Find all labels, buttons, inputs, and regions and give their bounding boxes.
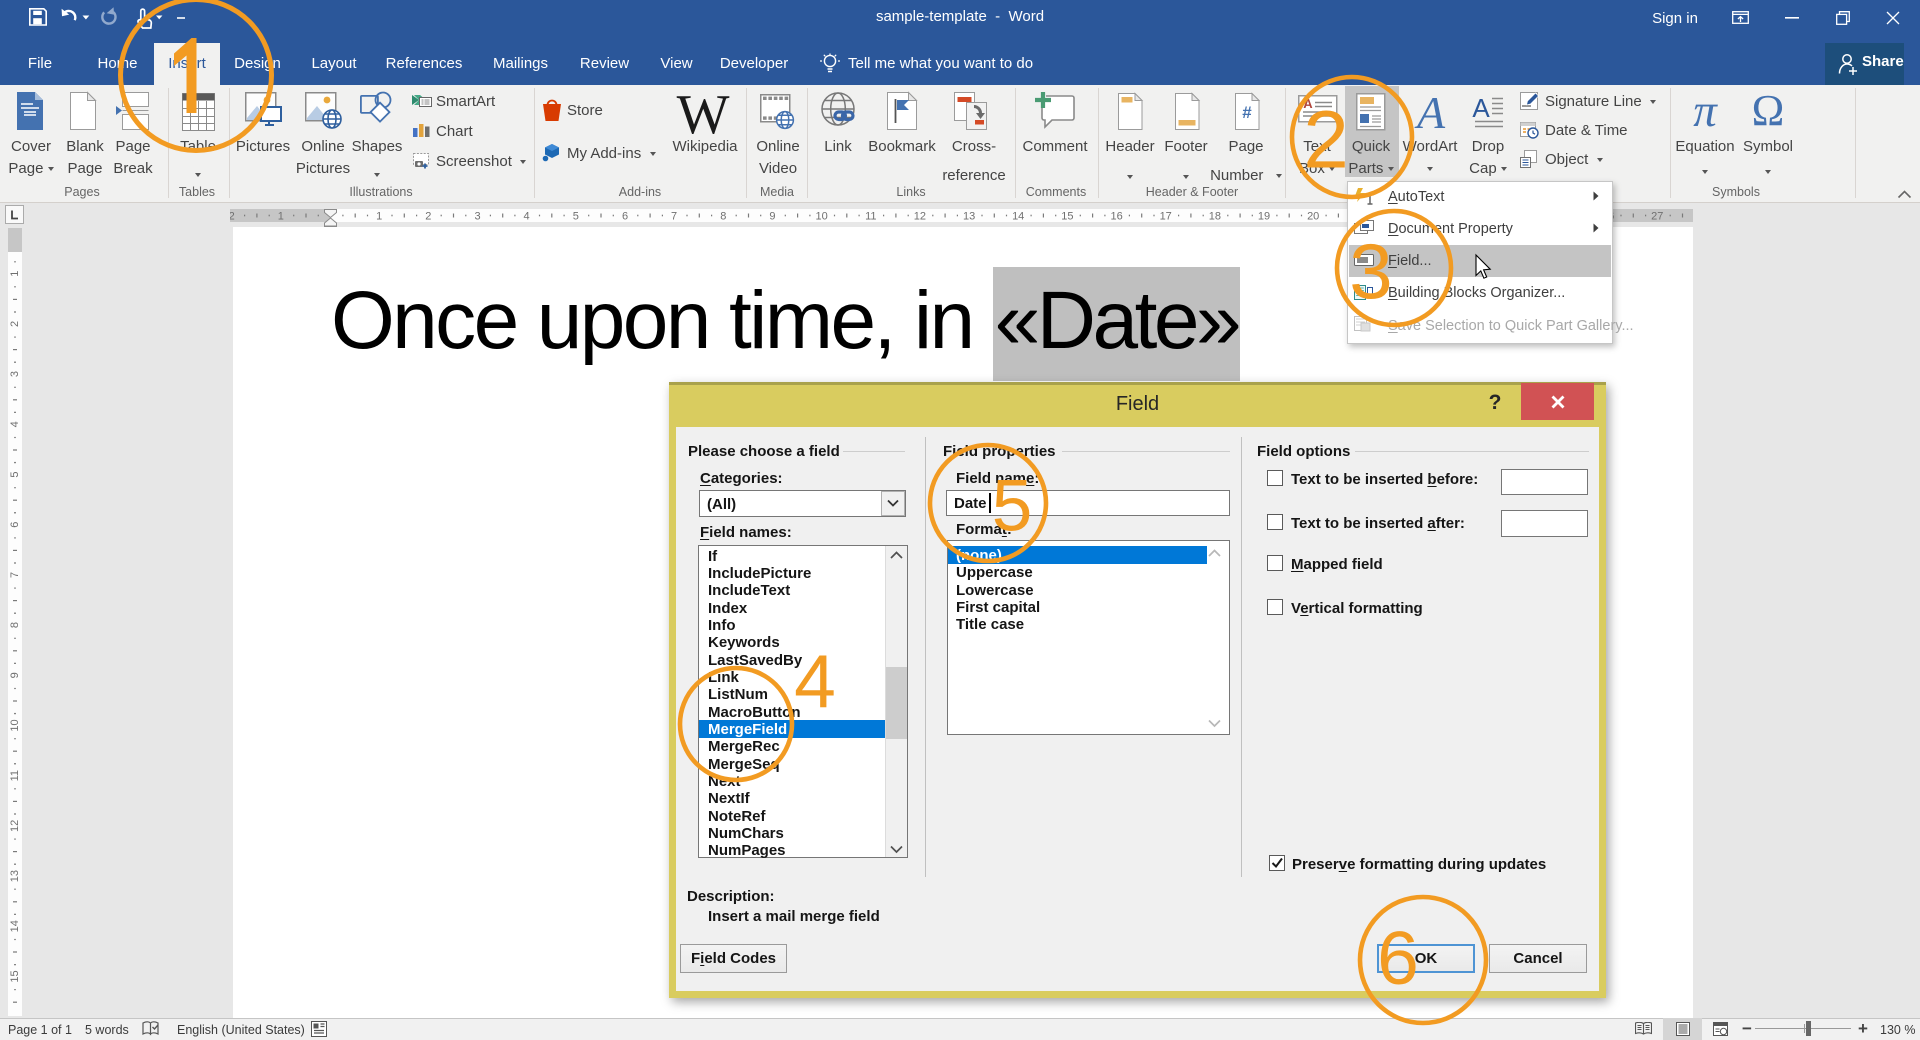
svg-text:5: 5 [992,466,1033,547]
svg-text:2: 2 [1303,95,1349,186]
svg-text:3: 3 [1349,227,1392,315]
svg-text:4: 4 [794,639,836,723]
svg-text:6: 6 [1377,916,1419,1000]
